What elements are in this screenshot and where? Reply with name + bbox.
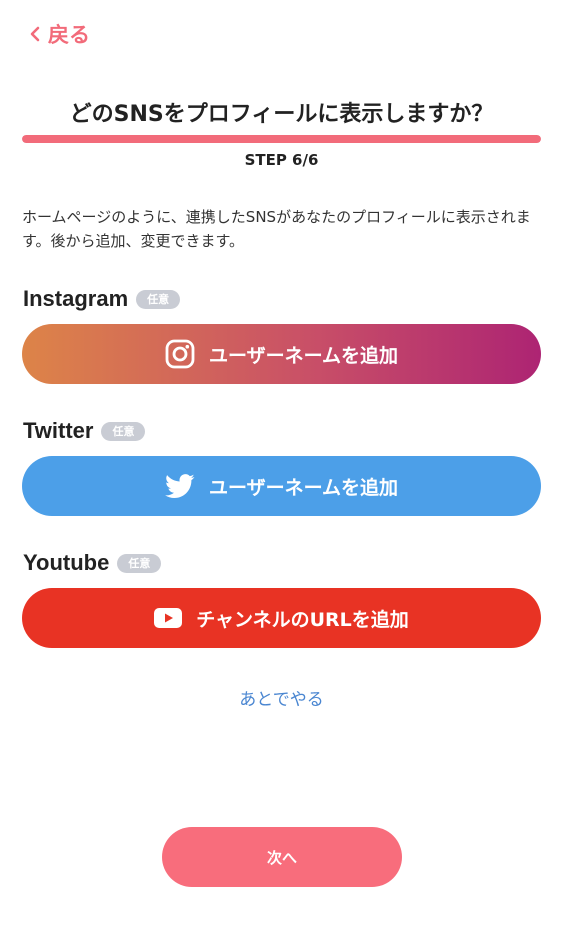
youtube-play-icon <box>154 608 183 628</box>
youtube-label-row: Youtube 任意 <box>23 549 162 577</box>
optional-badge: 任意 <box>117 553 162 573</box>
description-text: ホームページのように、連携したSNSがあなたのプロフィールに表示されます。後から… <box>22 208 531 250</box>
add-instagram-label: ユーザーネームを追加 <box>208 344 399 367</box>
instagram-icon <box>165 339 195 369</box>
add-twitter-label: ユーザーネームを追加 <box>208 476 399 499</box>
next-button[interactable]: 次へ <box>162 827 402 887</box>
optional-badge: 任意 <box>136 289 181 309</box>
add-youtube-label: チャンネルのURLを追加 <box>196 608 409 631</box>
step-indicator: STEP 6/6 <box>244 151 319 169</box>
add-twitter-button[interactable]: ユーザーネームを追加 <box>22 456 541 516</box>
skip-link[interactable]: あとでやる <box>0 685 563 710</box>
instagram-label: Instagram <box>23 286 129 311</box>
back-button[interactable]: 戻る <box>30 19 90 49</box>
progress-bar <box>22 135 541 143</box>
progress-bar-fill <box>22 135 541 143</box>
instagram-label-row: Instagram 任意 <box>23 285 181 313</box>
youtube-label: Youtube <box>23 550 110 575</box>
add-youtube-button[interactable]: チャンネルのURLを追加 <box>22 588 541 648</box>
page-title: どのSNSをプロフィールに表示しますか？ <box>69 102 494 127</box>
add-instagram-button[interactable]: ユーザーネームを追加 <box>22 324 541 384</box>
twitter-label: Twitter <box>23 418 94 443</box>
next-label: 次へ <box>266 848 297 867</box>
chevron-left-icon <box>30 26 40 42</box>
optional-badge: 任意 <box>101 421 146 441</box>
twitter-label-row: Twitter 任意 <box>23 417 146 445</box>
twitter-bird-icon <box>164 473 195 499</box>
back-label: 戻る <box>48 23 90 47</box>
